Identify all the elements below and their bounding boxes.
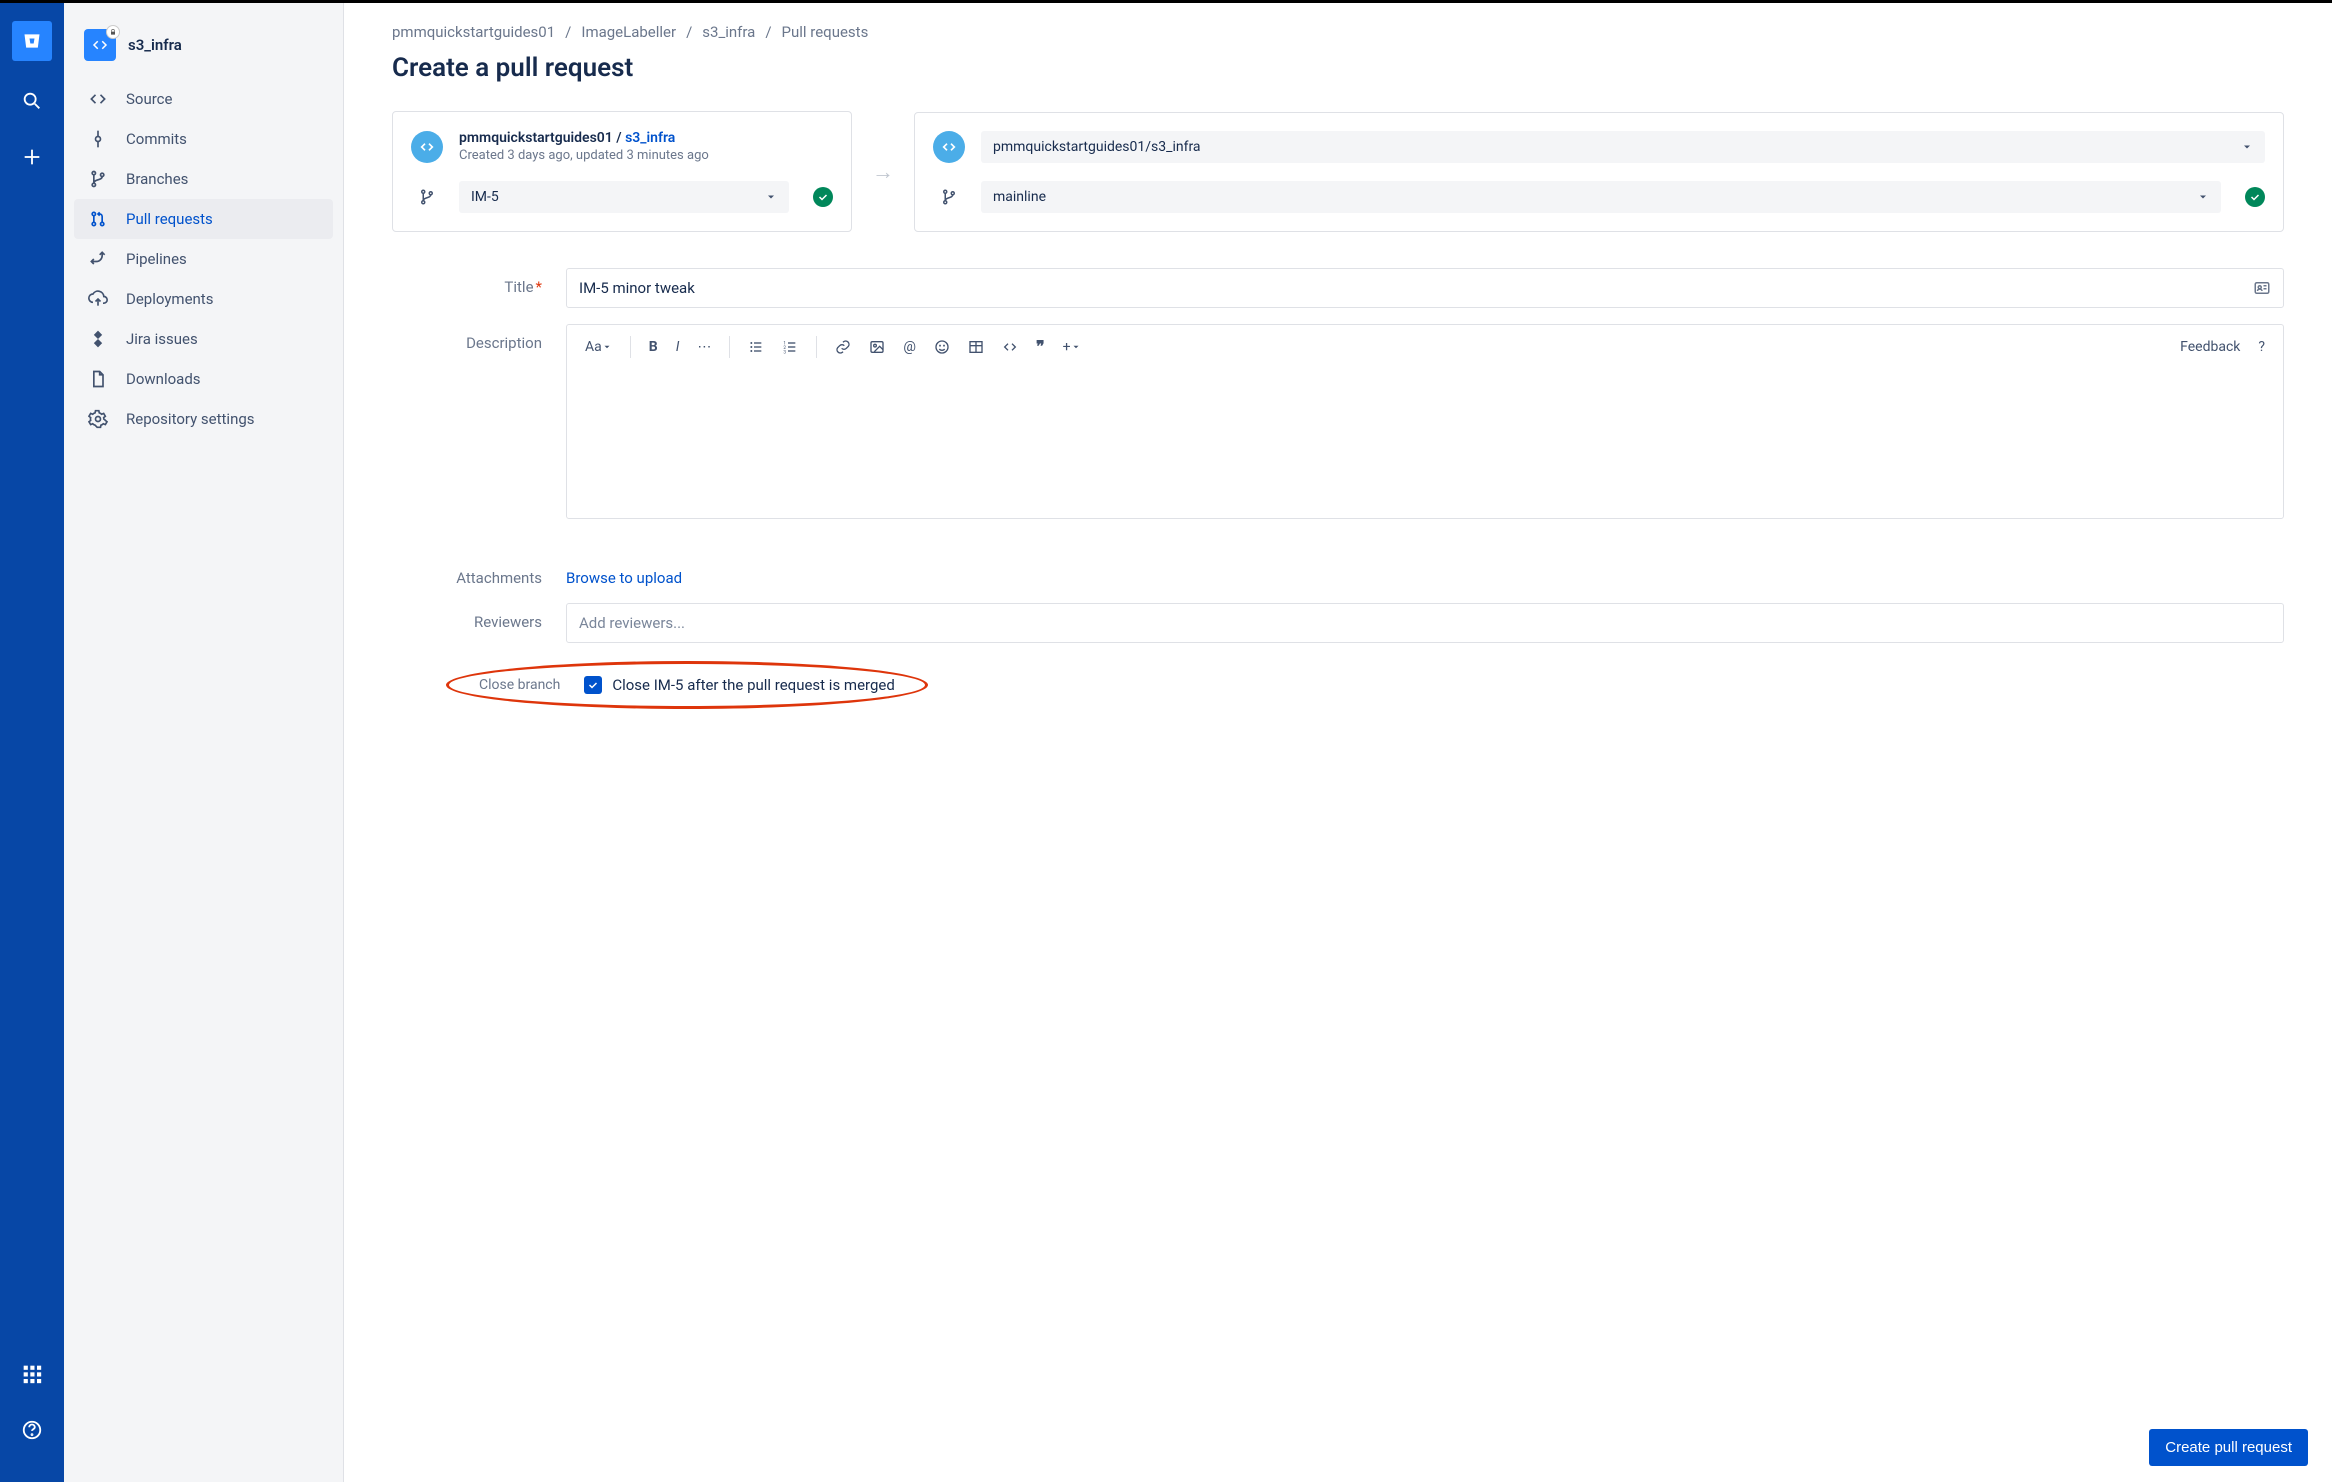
code-button[interactable] <box>996 335 1024 359</box>
success-icon <box>2245 187 2265 207</box>
sidebar-item-label: Downloads <box>126 370 201 388</box>
sidebar-item-label: Repository settings <box>126 410 255 428</box>
table-button[interactable] <box>962 335 990 359</box>
create-icon[interactable] <box>16 141 48 173</box>
insert-more-button[interactable]: + <box>1057 335 1087 359</box>
image-button[interactable] <box>863 335 891 359</box>
italic-button[interactable]: I <box>670 335 686 359</box>
sidebar-item-downloads[interactable]: Downloads <box>74 359 333 399</box>
attachments-label: Attachments <box>392 559 542 587</box>
source-repo-label: pmmquickstartguides01 / s3_infra <box>459 130 709 146</box>
more-formatting-button[interactable]: ⋯ <box>691 335 717 359</box>
numbered-list-button[interactable]: 123 <box>776 335 804 359</box>
breadcrumb-item[interactable]: pmmquickstartguides01 <box>392 23 555 41</box>
code-icon <box>933 131 965 163</box>
breadcrumb: pmmquickstartguides01/ ImageLabeller/ s3… <box>392 23 2284 41</box>
contact-card-icon <box>2253 279 2271 297</box>
bitbucket-logo-icon[interactable] <box>12 21 52 61</box>
search-icon[interactable] <box>16 85 48 117</box>
destination-repo-select[interactable]: pmmquickstartguides01/s3_infra <box>981 131 2265 163</box>
breadcrumb-item[interactable]: Pull requests <box>782 23 869 41</box>
code-icon <box>411 131 443 163</box>
chevron-down-icon <box>2197 191 2209 203</box>
sidebar-item-label: Jira issues <box>126 330 198 348</box>
sidebar-item-label: Commits <box>126 130 187 148</box>
sidebar-item-commits[interactable]: Commits <box>74 119 333 159</box>
title-label: Title <box>392 268 542 296</box>
global-rail <box>0 3 64 1482</box>
emoji-button[interactable] <box>928 335 956 359</box>
source-repo-link[interactable]: s3_infra <box>625 130 675 146</box>
branch-icon <box>933 188 965 206</box>
sidebar-item-pipelines[interactable]: Pipelines <box>74 239 333 279</box>
repo-name: s3_infra <box>128 36 182 54</box>
sidebar-item-source[interactable]: Source <box>74 79 333 119</box>
breadcrumb-item[interactable]: s3_infra <box>702 23 755 41</box>
sidebar-item-label: Source <box>126 90 172 108</box>
destination-branch-card: pmmquickstartguides01/s3_infra mainline <box>914 112 2284 232</box>
source-branch-select[interactable]: IM-5 <box>459 181 789 213</box>
sidebar-item-label: Deployments <box>126 290 213 308</box>
close-branch-text: Close IM-5 after the pull request is mer… <box>612 676 894 694</box>
description-label: Description <box>392 324 542 352</box>
repo-sidebar: s3_infra Source Commits Branches Pull re… <box>64 3 344 1482</box>
create-pull-request-button[interactable]: Create pull request <box>2149 1429 2308 1466</box>
help-icon[interactable] <box>16 1414 48 1446</box>
bold-button[interactable]: B <box>643 335 664 359</box>
sidebar-item-label: Pipelines <box>126 250 187 268</box>
breadcrumb-item[interactable]: ImageLabeller <box>581 23 676 41</box>
sidebar-item-deployments[interactable]: Deployments <box>74 279 333 319</box>
bullet-list-button[interactable] <box>742 335 770 359</box>
chevron-down-icon <box>765 191 777 203</box>
title-input[interactable]: IM-5 minor tweak <box>566 268 2284 308</box>
repo-header[interactable]: s3_infra <box>74 23 333 79</box>
page-title: Create a pull request <box>392 53 2284 83</box>
link-button[interactable] <box>829 335 857 359</box>
editor-help-button[interactable]: ? <box>2252 335 2271 359</box>
annotation-highlight: Close branch Close IM-5 after the pull r… <box>446 661 928 709</box>
quote-button[interactable]: ❞ <box>1030 333 1051 360</box>
sidebar-item-settings[interactable]: Repository settings <box>74 399 333 439</box>
success-icon <box>813 187 833 207</box>
sidebar-item-jira[interactable]: Jira issues <box>74 319 333 359</box>
close-branch-label: Close branch <box>479 677 560 693</box>
editor-toolbar: Aa B I ⋯ 123 @ <box>567 325 2283 368</box>
sidebar-item-label: Branches <box>126 170 188 188</box>
description-textarea[interactable] <box>567 368 2283 518</box>
feedback-button[interactable]: Feedback <box>2174 335 2246 359</box>
sidebar-item-label: Pull requests <box>126 210 213 228</box>
sidebar-item-pull-requests[interactable]: Pull requests <box>74 199 333 239</box>
sidebar-item-branches[interactable]: Branches <box>74 159 333 199</box>
text-styles-button[interactable]: Aa <box>579 335 618 359</box>
browse-upload-link[interactable]: Browse to upload <box>566 569 682 587</box>
branch-icon <box>411 188 443 206</box>
reviewers-label: Reviewers <box>392 603 542 631</box>
apps-icon[interactable] <box>16 1358 48 1390</box>
source-meta: Created 3 days ago, updated 3 minutes ag… <box>459 148 709 163</box>
chevron-down-icon <box>2241 141 2253 153</box>
repo-avatar-icon <box>84 29 116 61</box>
lock-icon <box>106 25 120 39</box>
close-branch-checkbox[interactable] <box>584 676 602 694</box>
mention-button[interactable]: @ <box>897 335 922 359</box>
description-editor: Aa B I ⋯ 123 @ <box>566 324 2284 519</box>
reviewers-input[interactable]: Add reviewers... <box>566 603 2284 643</box>
svg-text:3: 3 <box>784 349 787 354</box>
arrow-right-icon: → <box>872 159 894 185</box>
main-content: pmmquickstartguides01/ ImageLabeller/ s3… <box>344 3 2332 1482</box>
destination-branch-select[interactable]: mainline <box>981 181 2221 213</box>
source-branch-card: pmmquickstartguides01 / s3_infra Created… <box>392 111 852 232</box>
